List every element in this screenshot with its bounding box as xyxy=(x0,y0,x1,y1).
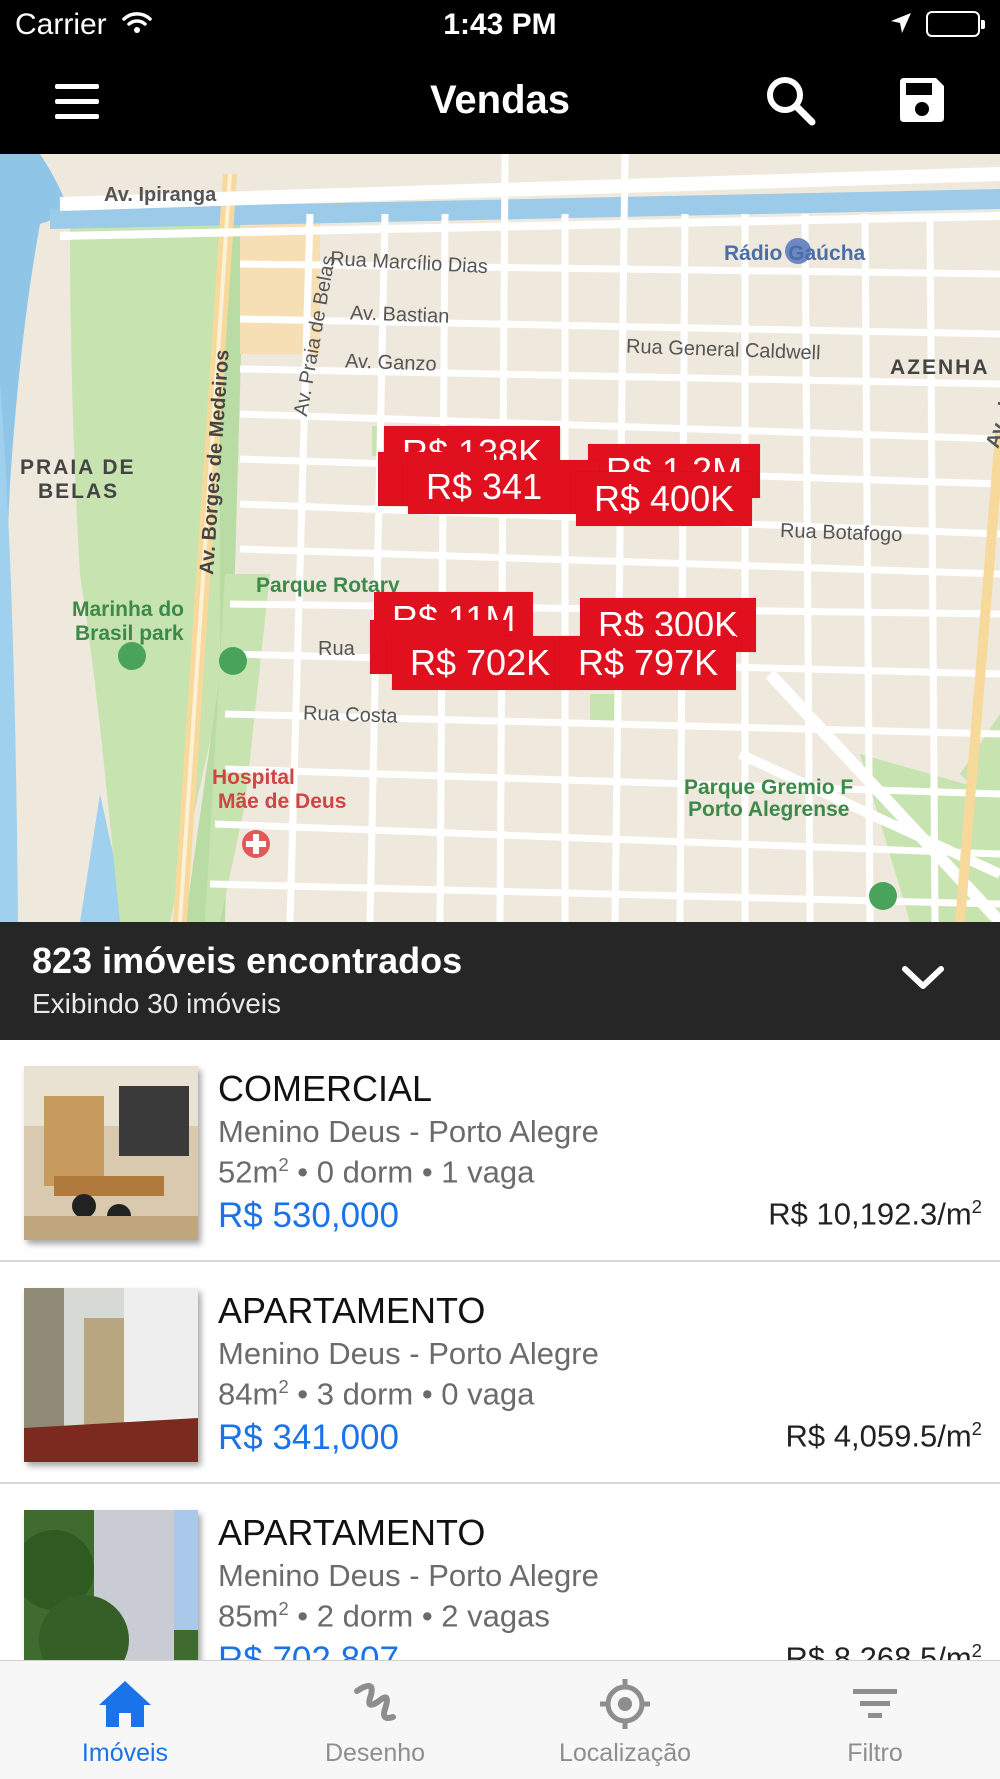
price-marker[interactable]: R$ 797K xyxy=(560,636,737,690)
carrier-label: Carrier xyxy=(15,8,107,41)
tab-bar: Imóveis Desenho Localização Filtro xyxy=(0,1660,1000,1779)
results-showing: Exibindo 30 imóveis xyxy=(32,988,282,1019)
map-poi-label: Hospital xyxy=(212,766,295,789)
map-view[interactable]: Av. Ipiranga Rua Marcílio Dias Av. Basti… xyxy=(0,154,1000,922)
listing-type: APARTAMENTO xyxy=(218,1290,486,1331)
listing-price-per-m2: R$ 8,268.5/m2 xyxy=(785,1640,982,1660)
search-button[interactable] xyxy=(764,74,818,133)
location-arrow-icon xyxy=(890,12,912,39)
navigation-bar: Vendas xyxy=(0,52,1000,154)
map-street-label: Av. Ipiranga xyxy=(104,184,217,206)
listing-details: 84m2 • 3 dorm • 0 vaga xyxy=(218,1376,535,1412)
listing-details: 85m2 • 2 dorm • 2 vagas xyxy=(218,1598,550,1634)
map-street-label: Rua Botafogo xyxy=(779,519,903,547)
map-poi-label: Rádio Gaúcha xyxy=(724,242,866,265)
map-street-label: Av. Ganzo xyxy=(344,350,437,376)
map-poi-label: Porto Alegrense xyxy=(688,798,850,821)
price-marker[interactable]: R$ 702K xyxy=(392,636,578,690)
tab-desenho[interactable]: Desenho xyxy=(250,1661,500,1779)
map-poi-label: Mãe de Deus xyxy=(218,790,347,813)
save-button[interactable] xyxy=(898,76,946,129)
tab-filtro[interactable]: Filtro xyxy=(750,1661,1000,1779)
listing-type: APARTAMENTO xyxy=(218,1512,486,1553)
listing-location: Menino Deus - Porto Alegre xyxy=(218,1558,599,1593)
floppy-disk-icon xyxy=(900,78,944,122)
tab-label: Filtro xyxy=(847,1739,903,1767)
tab-label: Localização xyxy=(558,1739,692,1767)
status-bar: Carrier 1:43 PM xyxy=(0,0,1000,52)
map-poi-label: Parque Gremio F xyxy=(684,776,854,799)
listing-location: Menino Deus - Porto Alegre xyxy=(218,1114,599,1149)
listing-photo xyxy=(24,1288,198,1462)
page-title: Vendas xyxy=(429,78,571,122)
map-area-label: BELAS xyxy=(38,480,120,503)
location-target-icon xyxy=(600,1679,650,1729)
price-marker[interactable]: R$ 341 xyxy=(408,460,599,514)
listing-photo xyxy=(24,1066,198,1240)
map-street-label: Rua Costa xyxy=(302,702,398,728)
tab-imoveis[interactable]: Imóveis xyxy=(0,1661,250,1779)
map-area-label: AZENHA xyxy=(890,356,990,379)
listing-type: COMERCIAL xyxy=(218,1068,433,1109)
listing-price-per-m2: R$ 10,192.3/m2 xyxy=(768,1196,982,1232)
wifi-icon xyxy=(122,10,152,39)
chevron-down-icon[interactable] xyxy=(900,964,946,997)
map-poi-label: Brasil park xyxy=(75,622,184,645)
menu-button[interactable] xyxy=(52,80,102,126)
map-poi-label: Marinha do xyxy=(72,598,185,621)
listing-price: R$ 530,000 xyxy=(218,1196,399,1235)
listing-details: 52m2 • 0 dorm • 1 vaga xyxy=(218,1154,535,1190)
listing-location: Menino Deus - Porto Alegre xyxy=(218,1336,599,1371)
tab-localizacao[interactable]: Localização xyxy=(500,1661,750,1779)
listing-row[interactable]: APARTAMENTO Menino Deus - Porto Alegre 8… xyxy=(0,1484,1000,1660)
battery-icon xyxy=(926,11,985,37)
listing-price: R$ 341,000 xyxy=(218,1418,399,1457)
price-marker[interactable]: R$ 400K xyxy=(576,472,753,526)
listings-list[interactable]: COMERCIAL Menino Deus - Porto Alegre 52m… xyxy=(0,1040,1000,1660)
map-street-label: Av. Bastian xyxy=(349,302,450,328)
search-icon xyxy=(767,77,816,126)
listing-photo xyxy=(24,1510,198,1660)
home-icon xyxy=(99,1681,151,1727)
draw-icon xyxy=(354,1682,396,1721)
tab-label: Imóveis xyxy=(81,1739,169,1767)
tab-label: Desenho xyxy=(324,1739,426,1767)
filter-icon xyxy=(853,1689,897,1718)
map-street-label: Rua xyxy=(318,638,355,660)
listing-price: R$ 702,807 xyxy=(218,1640,399,1660)
map-area-label: PRAIA DE xyxy=(20,456,136,479)
results-summary-bar[interactable]: 823 imóveis encontrados Exibindo 30 imóv… xyxy=(0,922,1000,1040)
listing-price-per-m2: R$ 4,059.5/m2 xyxy=(785,1418,982,1454)
results-count: 823 imóveis encontrados xyxy=(32,940,463,981)
listing-row[interactable]: APARTAMENTO Menino Deus - Porto Alegre 8… xyxy=(0,1262,1000,1484)
listing-row[interactable]: COMERCIAL Menino Deus - Porto Alegre 52m… xyxy=(0,1040,1000,1262)
